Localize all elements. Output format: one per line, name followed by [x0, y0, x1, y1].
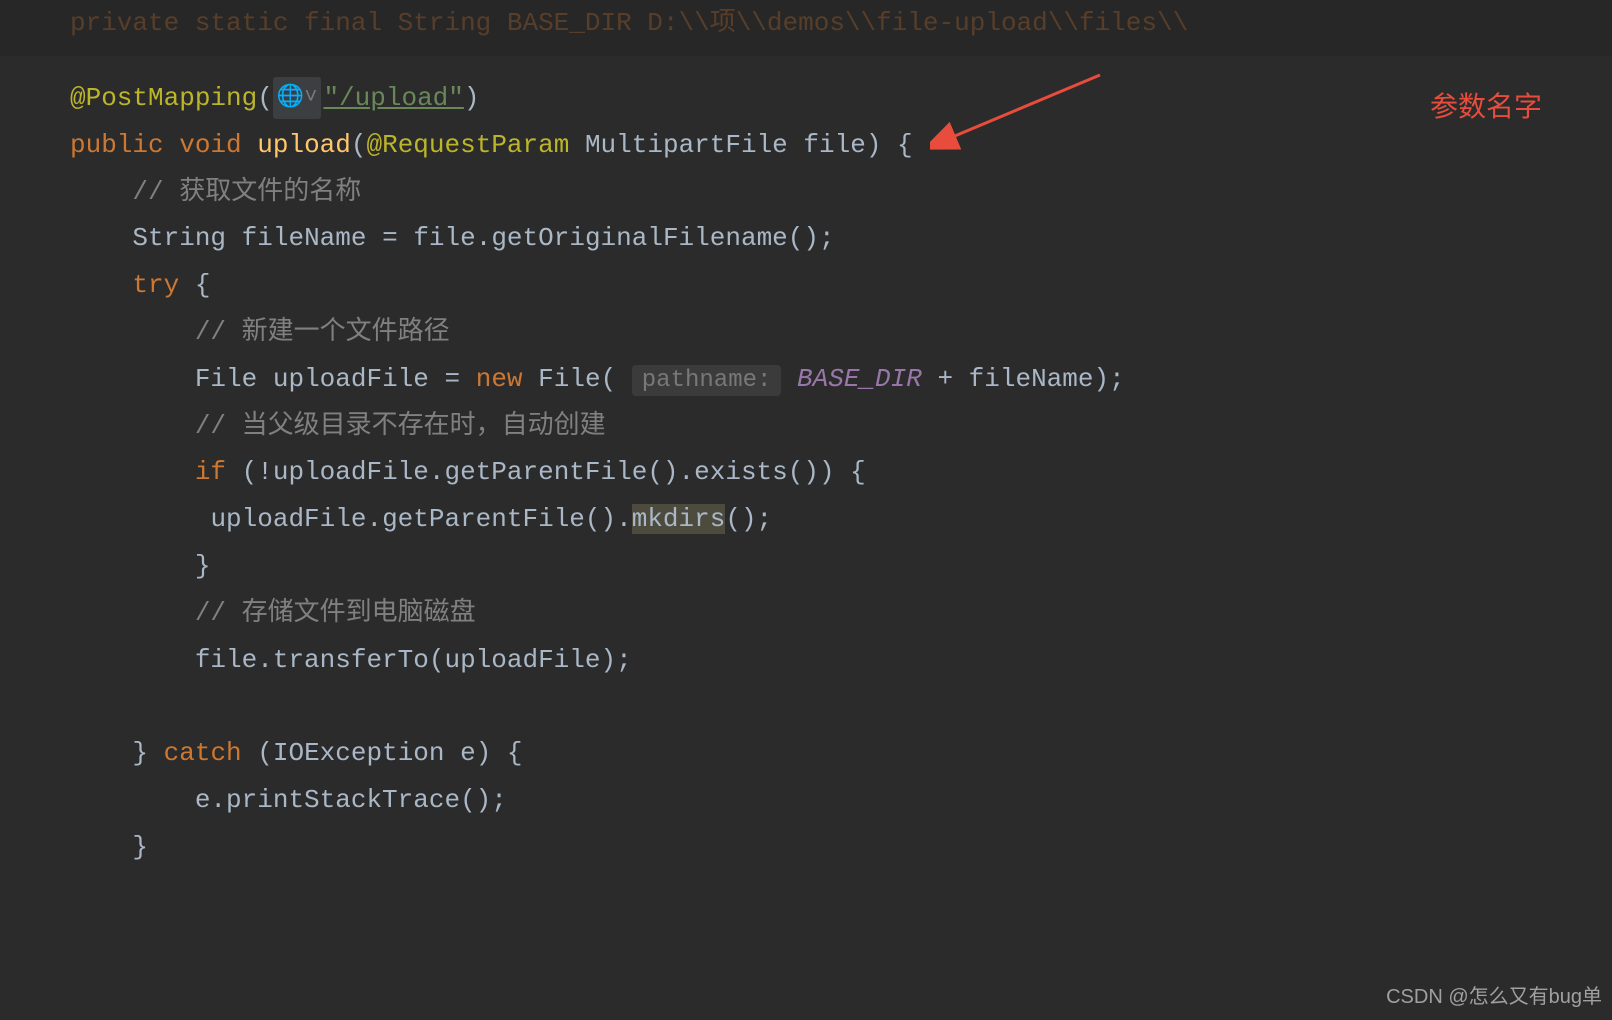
annotation-requestparam: @RequestParam — [367, 130, 570, 160]
line-blank[interactable] — [70, 683, 1612, 730]
equals: = — [445, 364, 461, 394]
mkdirs-highlighted: mkdirs — [632, 504, 726, 534]
line-comment-1[interactable]: // 获取文件的名称 — [70, 169, 1612, 216]
comment-parent-dir: // 当父级目录不存在时，自动创建 — [195, 411, 606, 441]
line-if-close[interactable]: } — [70, 543, 1612, 590]
line-method-signature[interactable]: public void upload(@RequestParam Multipa… — [70, 122, 1612, 169]
keyword-catch: catch — [164, 738, 242, 768]
line-mkdirs[interactable]: uploadFile.getParentFile().mkdirs(); — [70, 496, 1612, 543]
constant-basedir: BASE_DIR — [797, 364, 922, 394]
param-hint-pathname: pathname: — [632, 365, 782, 396]
code-editor[interactable]: @PostMapping(🌐˅"/upload") public void up… — [0, 60, 1612, 871]
keyword-void: void — [179, 130, 241, 160]
catch-params: (IOException e) { — [257, 738, 522, 768]
dimmed-previous-line: private static final String BASE_DIR D:\… — [0, 0, 1612, 60]
paren-close: ); — [1094, 364, 1125, 394]
url-string[interactable]: "/upload" — [323, 83, 463, 113]
type-file: File — [195, 364, 257, 394]
comment-filename: // 获取文件的名称 — [132, 177, 361, 207]
globe-icon[interactable]: 🌐˅ — [273, 77, 322, 119]
brace-open: { — [195, 270, 211, 300]
transferto-call: file.transferTo(uploadFile); — [195, 645, 632, 675]
plus: + — [937, 364, 953, 394]
line-new-file[interactable]: File uploadFile = new File( pathname: BA… — [70, 356, 1612, 403]
line-comment-4[interactable]: // 存储文件到电脑磁盘 — [70, 590, 1612, 637]
var-filename: fileName — [242, 223, 367, 253]
keyword-try: try — [132, 270, 179, 300]
keyword-public: public — [70, 130, 164, 160]
mkdirs-call-prefix: uploadFile.getParentFile(). — [210, 504, 631, 534]
var-filename-ref: fileName — [969, 364, 1094, 394]
var-uploadfile: uploadFile — [273, 364, 429, 394]
printstacktrace: e.printStackTrace(); — [195, 785, 507, 815]
paren-open: ( — [601, 364, 617, 394]
line-if[interactable]: if (!uploadFile.getParentFile().exists()… — [70, 449, 1612, 496]
annotation-postmapping: @PostMapping — [70, 83, 257, 113]
if-condition: (!uploadFile.getParentFile().exists()) { — [242, 457, 866, 487]
comment-store-disk: // 存储文件到电脑磁盘 — [195, 598, 476, 628]
type-multipartfile: MultipartFile — [585, 130, 788, 160]
equals: = — [382, 223, 398, 253]
line-catch[interactable]: } catch (IOException e) { — [70, 730, 1612, 777]
line-printstack[interactable]: e.printStackTrace(); — [70, 777, 1612, 824]
get-original-filename: file.getOriginalFilename(); — [413, 223, 834, 253]
watermark: CSDN @怎么又有bug单 — [1386, 979, 1602, 1015]
line-comment-3[interactable]: // 当父级目录不存在时，自动创建 — [70, 403, 1612, 450]
comment-new-path: // 新建一个文件路径 — [195, 317, 450, 347]
brace-close: } — [132, 832, 148, 862]
paren-open: ( — [257, 83, 273, 113]
line-string-filename[interactable]: String fileName = file.getOriginalFilena… — [70, 215, 1612, 262]
type-string: String — [132, 223, 226, 253]
keyword-if: if — [195, 457, 226, 487]
mkdirs-rest: (); — [725, 504, 772, 534]
line-catch-close[interactable]: } — [70, 824, 1612, 871]
ctor-file: File — [538, 364, 600, 394]
param-file: file — [803, 130, 865, 160]
brace-close: } — [195, 551, 211, 581]
annotation-param-name-label: 参数名字 — [1430, 82, 1542, 132]
try-brace-close: } — [132, 738, 148, 768]
line-try[interactable]: try { — [70, 262, 1612, 309]
keyword-new: new — [476, 364, 523, 394]
paren-open: ( — [351, 130, 367, 160]
paren-close: ) — [464, 83, 480, 113]
paren-close-brace: ) { — [866, 130, 913, 160]
line-postmapping[interactable]: @PostMapping(🌐˅"/upload") — [70, 75, 1612, 122]
line-comment-2[interactable]: // 新建一个文件路径 — [70, 309, 1612, 356]
line-transferto[interactable]: file.transferTo(uploadFile); — [70, 637, 1612, 684]
method-upload: upload — [257, 130, 351, 160]
